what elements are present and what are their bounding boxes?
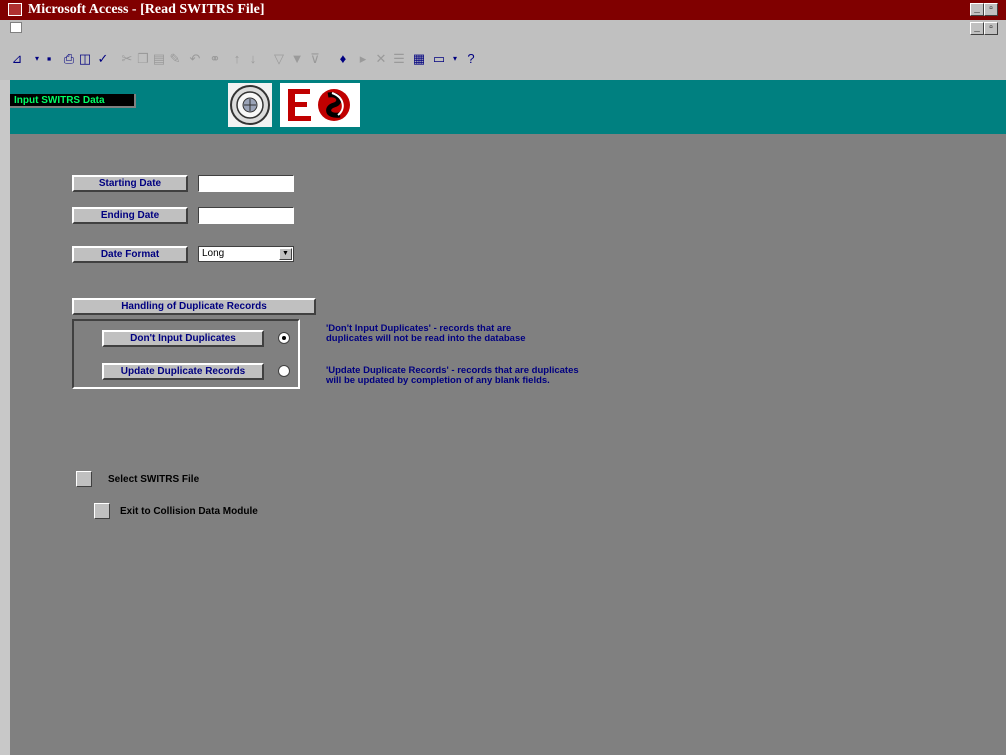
ending-date-field[interactable] (198, 207, 294, 224)
document-control-row: _ ▫ (0, 20, 1006, 37)
view-icon[interactable]: ⊿ (8, 50, 26, 68)
date-format-value: Long (202, 248, 225, 259)
window-title: Microsoft Access - [Read SWITRS File] (28, 2, 265, 17)
update-duplicate-records-radio[interactable] (278, 365, 290, 377)
insert-hyperlink-icon[interactable]: ⚭ (206, 50, 224, 68)
starting-date-label: Starting Date (72, 175, 188, 192)
minimize-button[interactable]: _ (970, 3, 984, 16)
select-switrs-file-button[interactable] (76, 471, 92, 487)
form-detail: Starting Date Ending Date Date Format Lo… (10, 134, 1006, 755)
dont-input-duplicates-label: Don't Input Duplicates (102, 330, 264, 347)
database-window-icon[interactable]: ▦ (410, 50, 428, 68)
title-bar: Microsoft Access - [Read SWITRS File] _ … (0, 0, 1006, 20)
doc-minimize-button[interactable]: _ (970, 22, 984, 35)
form-header: Input SWITRS Data (10, 80, 1006, 134)
help-icon[interactable]: ? (462, 50, 480, 68)
exit-to-collision-module-label: Exit to Collision Data Module (120, 506, 258, 517)
undo-icon[interactable]: ↶ (186, 50, 204, 68)
maximize-button[interactable]: ▫ (984, 3, 998, 16)
access-app-icon[interactable] (8, 3, 22, 16)
es-logo (280, 83, 360, 127)
seal-logo-image (230, 85, 270, 125)
update-duplicate-records-label: Update Duplicate Records (102, 363, 264, 380)
properties-icon[interactable]: ☰ (390, 50, 408, 68)
sort-descending-icon[interactable]: ↓ (244, 50, 262, 68)
filter-by-form-icon[interactable]: ▼ (288, 50, 306, 68)
duplicate-options-frame: Don't Input Duplicates Update Duplicate … (72, 319, 300, 389)
find-icon[interactable]: ♦ (334, 50, 352, 68)
dont-input-duplicates-radio[interactable] (278, 332, 290, 344)
dont-input-duplicates-note-line2: duplicates will not be read into the dat… (326, 333, 526, 344)
delete-record-icon[interactable]: ✕ (372, 50, 390, 68)
date-format-select[interactable]: Long ▼ (198, 246, 294, 262)
date-format-label: Date Format (72, 246, 188, 263)
ending-date-label: Ending Date (72, 207, 188, 224)
spelling-icon[interactable]: ✓ (94, 50, 112, 68)
update-duplicates-note-line2: will be updated by completion of any bla… (326, 375, 550, 386)
chevron-down-icon[interactable]: ▼ (279, 248, 292, 260)
seal-logo (228, 83, 272, 127)
document-control-icon[interactable] (10, 22, 22, 33)
duplicate-handling-title: Handling of Duplicate Records (72, 298, 316, 315)
exit-to-collision-module-button[interactable] (94, 503, 110, 519)
radio-selected-dot (282, 336, 286, 340)
filter-by-selection-icon[interactable]: ▽ (270, 50, 288, 68)
form-view-toolbar: ⊿ ▾ ▪ ⎙ ◫ ✓ ✂ ❐ ▤ ✎ ↶ ⚭ ↑ ↓ ▽ ▼ ⊽ ♦ ▸ ✕ … (0, 36, 1006, 80)
form-left-gutter (0, 80, 10, 755)
print-preview-icon[interactable]: ◫ (76, 50, 94, 68)
starting-date-field[interactable] (198, 175, 294, 192)
apply-filter-icon[interactable]: ⊽ (306, 50, 324, 68)
save-icon[interactable]: ▪ (40, 50, 58, 68)
format-painter-icon[interactable]: ✎ (166, 50, 184, 68)
select-switrs-file-label: Select SWITRS File (108, 474, 200, 485)
doc-restore-button[interactable]: ▫ (984, 22, 998, 35)
es-logo-image (288, 89, 350, 121)
header-title-label: Input SWITRS Data (10, 94, 136, 108)
new-record-icon[interactable]: ▸ (354, 50, 372, 68)
